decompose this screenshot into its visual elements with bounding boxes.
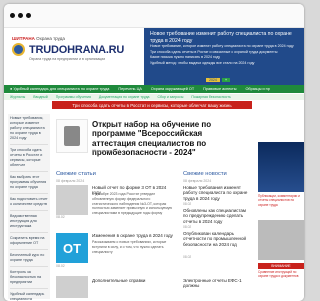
sidebar-ad-image[interactable] <box>258 220 304 260</box>
sidebar-link[interactable]: Контроль за безопасностью на предприятии <box>10 270 48 285</box>
news-title[interactable]: Обновлены как специалистам по предупрежд… <box>183 208 249 224</box>
main-nav: ● Удобный календарь для специалиста по о… <box>4 85 304 93</box>
articles-date: 08 февраля 2024 <box>56 179 85 183</box>
sidebar-ad-caption[interactable]: Публикации, комментарии и отчеты специал… <box>258 194 304 207</box>
logo-text: TRUDOHRANA.RU <box>29 43 125 56</box>
hero-date: 08 февраля 2024 <box>92 149 121 153</box>
article-excerpt: Рассказываем о новых требованиях, которы… <box>92 240 167 254</box>
promo-tag-green: + <box>222 78 231 82</box>
nav-item[interactable]: ● Удобный календарь для специалиста по о… <box>10 87 109 91</box>
sidebar-link[interactable]: Как выбрать этот программы обучения по о… <box>10 175 48 190</box>
article-thumbnail[interactable]: ОТ <box>56 233 88 263</box>
window-controls <box>10 13 31 18</box>
maximize-window-button[interactable] <box>26 13 31 18</box>
window-titlebar <box>4 4 304 28</box>
left-sidebar: Новые требования, которые изменят работу… <box>8 114 50 301</box>
alert-banner[interactable]: Три способа сдать отчеты в Росстат и сер… <box>52 101 252 109</box>
subnav-item[interactable]: Сбор и запросы <box>157 95 183 99</box>
sidebar-link[interactable]: Удобный календарь специалиста <box>10 292 48 301</box>
sidebar-divider <box>10 266 48 267</box>
sidebar-divider <box>10 249 48 250</box>
hero-photo-placeholder <box>64 126 80 146</box>
news-date: 08.02 <box>183 255 192 259</box>
promo-tag-yellow: 2024 <box>206 78 220 82</box>
hero-image[interactable] <box>56 119 88 153</box>
site-logo[interactable]: TRUDOHRANA.RU <box>12 43 124 56</box>
header-brand: ШИТРАНА <box>12 36 35 41</box>
news-section-title[interactable]: Свежие новости <box>183 171 227 177</box>
news-title[interactable]: Новые требования изменят работу специали… <box>183 185 249 201</box>
subnav-item[interactable]: Пожарная безопасность <box>191 95 230 99</box>
close-window-button[interactable] <box>10 13 15 18</box>
right-sidebar: Публикации, комментарии и отчеты специал… <box>258 114 304 301</box>
news-date: 08.02 <box>183 225 192 229</box>
news-date-header: 08 февраля 2024 <box>183 179 212 183</box>
sidebar-link[interactable]: Как подготовить отчет о количестве средс… <box>10 197 48 207</box>
articles-section-title[interactable]: Свежие статьи <box>56 171 96 177</box>
subnav-item[interactable]: Вводный <box>33 95 47 99</box>
article-title[interactable]: Изменения в охране труда в 2024 году <box>92 233 174 238</box>
sidebar-divider <box>10 210 48 211</box>
promo-banner[interactable]: Новое требование изменит работу специали… <box>144 28 304 86</box>
article-excerpt: В декабре 2023 года Росстат утвердил обн… <box>92 192 173 216</box>
sidebar-link[interactable]: Ведомственная инструкция для инструктажа <box>10 214 48 229</box>
nav-item[interactable]: Правовые аспекты <box>203 87 236 91</box>
browser-window: ШИТРАНА Охрана труда TRUDOHRANA.RU Охран… <box>4 4 304 301</box>
subnav-item[interactable]: Журналы <box>10 95 25 99</box>
news-title[interactable]: Опубликован календарь отчетности по пром… <box>183 231 249 247</box>
header-topline-text: Охрана труда <box>36 36 65 41</box>
article-thumbnail[interactable] <box>56 185 88 215</box>
promo-line: Удобный метод: чтобы выдачи одежды все с… <box>150 60 255 65</box>
sidebar-link[interactable]: Сократить время на оформление ОТ <box>10 236 48 246</box>
sidebar-divider <box>10 193 48 194</box>
sidebar-divider <box>10 171 48 172</box>
logo-emblem-icon <box>12 43 25 56</box>
nav-item[interactable]: Образцы и пр <box>245 87 269 91</box>
sidebar-link[interactable]: Три способа сдать отчеты в Росстат и сер… <box>10 148 48 168</box>
article-title[interactable]: Дополнительные справки <box>92 278 174 283</box>
subnav-item[interactable]: Программы обучения <box>56 95 91 99</box>
article-date: 08.02 <box>56 215 65 219</box>
sidebar-ad-caption[interactable]: Сравнение инструкций по охране труда и д… <box>258 270 304 279</box>
sub-nav: Журналы Вводный Программы обучения Докум… <box>4 94 304 100</box>
minimize-window-button[interactable] <box>18 13 23 18</box>
promo-title: Новое требование изменит работу специали… <box>150 31 292 44</box>
header-topline: ШИТРАНА Охрана труда <box>12 36 65 41</box>
news-title[interactable]: Электронные отчеты ЕФС-1 должны <box>183 278 249 289</box>
article-date: 08.02 <box>56 264 65 268</box>
web-page: ШИТРАНА Охрана труда TRUDOHRANA.RU Охран… <box>4 28 304 301</box>
sidebar-link[interactable]: Новые требования, которые изменят работу… <box>10 116 48 141</box>
news-date: 08.02 <box>183 202 192 206</box>
article-thumbnail[interactable] <box>56 276 88 298</box>
nav-item[interactable]: Охрана окружающей ОТ <box>151 87 194 91</box>
logo-subtitle: Охрана труда на предприятии и в организа… <box>29 57 106 61</box>
sidebar-ad-heading[interactable]: ВНИМАНИЕ <box>258 263 304 269</box>
sidebar-divider <box>10 288 48 289</box>
nav-item[interactable]: Перечень ЦА <box>118 87 142 91</box>
subnav-item[interactable]: Документация по охране труда <box>99 95 150 99</box>
sidebar-link[interactable]: Бесплатный курс по охране труда <box>10 253 48 263</box>
sidebar-divider <box>10 144 48 145</box>
sidebar-ad-banner[interactable] <box>258 142 304 192</box>
sidebar-divider <box>10 232 48 233</box>
